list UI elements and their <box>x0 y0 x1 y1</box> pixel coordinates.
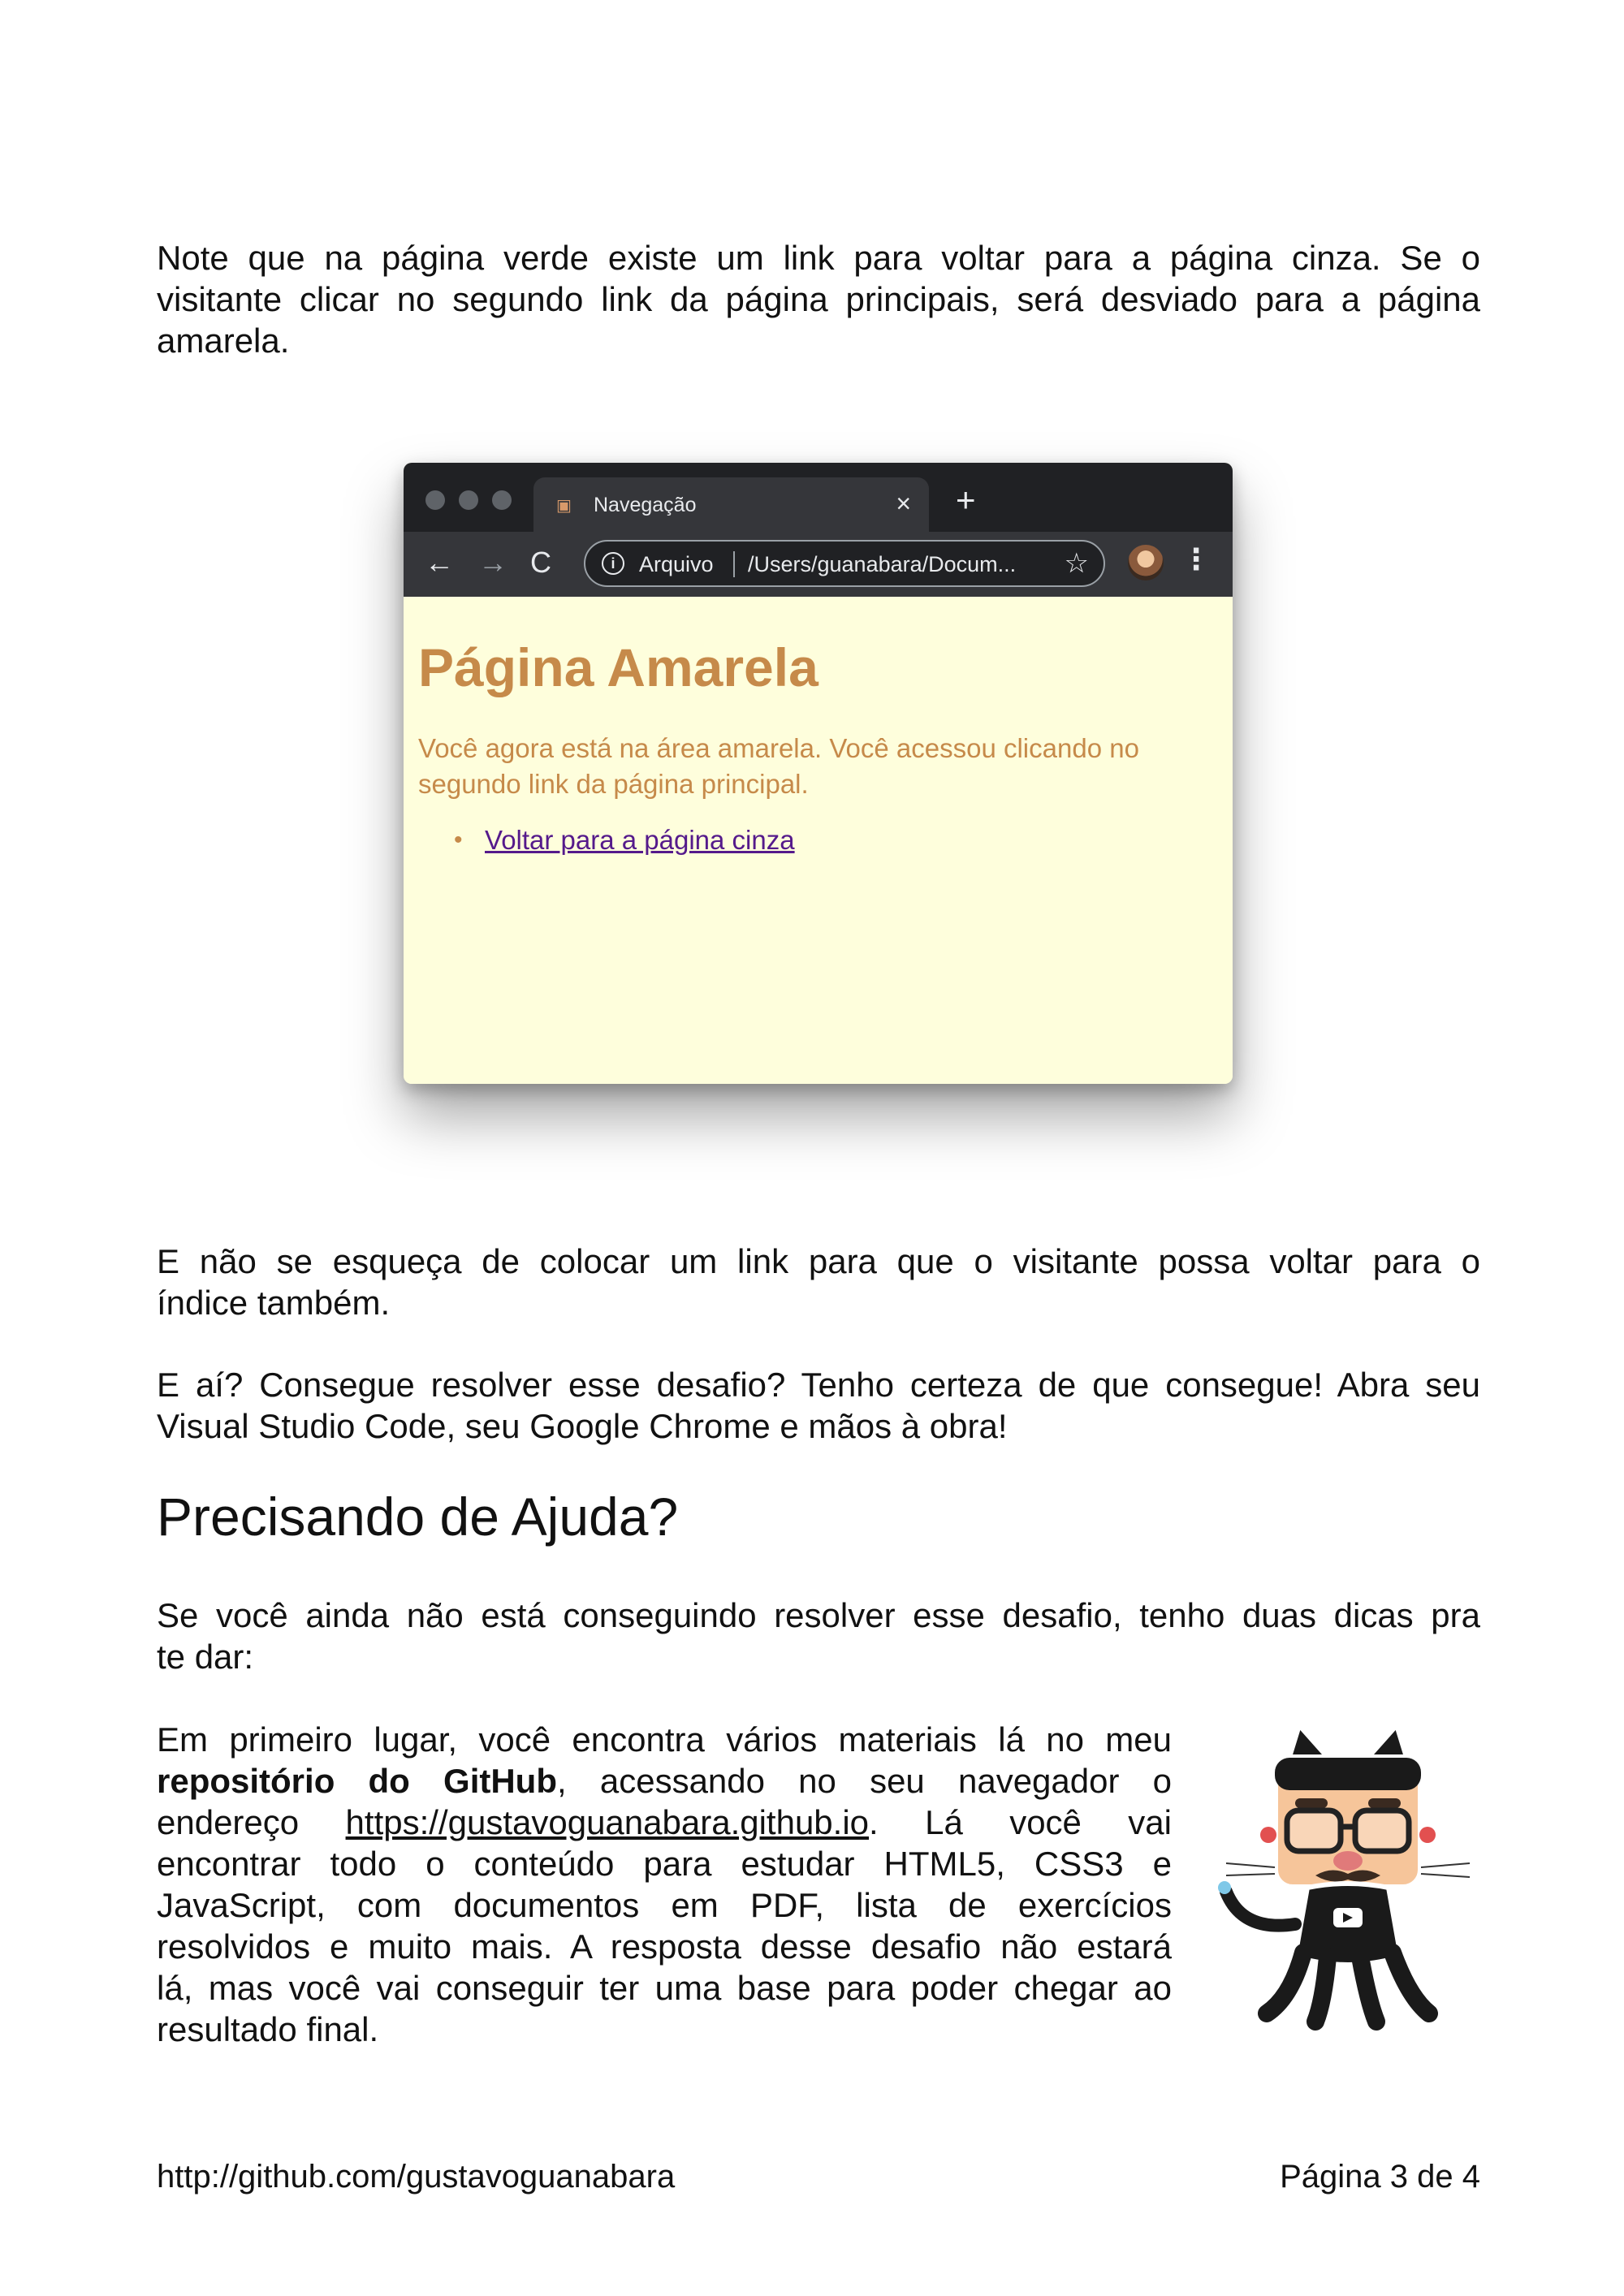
tab-title: Navegação <box>594 494 697 516</box>
address-separator <box>733 551 735 577</box>
footer-url[interactable]: http://github.com/gustavoguanabara <box>157 2156 675 2197</box>
address-bar[interactable]: i Arquivo /Users/guanabara/Docum... ☆ <box>584 540 1105 587</box>
page-viewport: Página Amarela Você agora está na área a… <box>404 597 1233 1084</box>
page-title: Página Amarela <box>418 637 818 697</box>
favicon-icon: ▣ <box>556 497 572 515</box>
browser-screenshot: ▣ Navegação × + ← → C i Arquivo /Users/g… <box>404 463 1233 1084</box>
page-paragraph: Você agora está na área amarela. Você ac… <box>418 733 1139 799</box>
tab-bar: ▣ Navegação × + <box>404 463 1233 532</box>
window-maximize-dot[interactable] <box>492 490 512 510</box>
browser-toolbar: ← → C i Arquivo /Users/guanabara/Docum..… <box>404 532 1233 597</box>
github-io-link[interactable]: https://gustavoguanabara.github.io <box>346 1803 869 1841</box>
help-intro-paragraph: Se você ainda não está conseguindo resol… <box>157 1596 1480 1676</box>
intro-paragraph: Note que na página verde existe um link … <box>157 239 1480 360</box>
window-minimize-dot[interactable] <box>459 490 478 510</box>
octocat-mascot-icon <box>1218 1720 1471 2031</box>
back-to-gray-link[interactable]: Voltar para a página cinza <box>485 824 795 857</box>
section-heading: Precisando de Ajuda? <box>157 1487 679 1547</box>
back-icon[interactable]: ← <box>425 546 454 579</box>
github-repo-bold: repositório do GitHub <box>157 1762 557 1800</box>
new-tab-icon[interactable]: + <box>956 482 976 518</box>
address-scheme-label: Arquivo <box>639 552 714 576</box>
github-paragraph: Em primeiro lugar, você encontra vários … <box>157 1720 1173 2048</box>
reload-icon[interactable]: C <box>530 546 551 579</box>
reminder-paragraph: E não se esqueça de colocar um link para… <box>157 1242 1480 1322</box>
profile-avatar[interactable] <box>1128 545 1164 580</box>
forward-icon[interactable]: → <box>478 546 508 579</box>
menu-dots-icon[interactable]: ⋮ <box>1181 543 1211 576</box>
bookmark-star-icon[interactable]: ☆ <box>1065 548 1089 579</box>
challenge-paragraph: E aí? Consegue resolver esse desafio? Te… <box>157 1366 1480 1445</box>
tab-navegacao[interactable]: ▣ Navegação × <box>533 477 929 532</box>
list-bullet: • <box>454 826 463 853</box>
info-icon[interactable]: i <box>602 552 624 575</box>
close-icon[interactable]: × <box>896 490 911 517</box>
page-number: Página 3 de 4 <box>1280 2159 1480 2195</box>
window-close-dot[interactable] <box>425 490 445 510</box>
address-url[interactable]: /Users/guanabara/Docum... <box>748 552 1016 576</box>
